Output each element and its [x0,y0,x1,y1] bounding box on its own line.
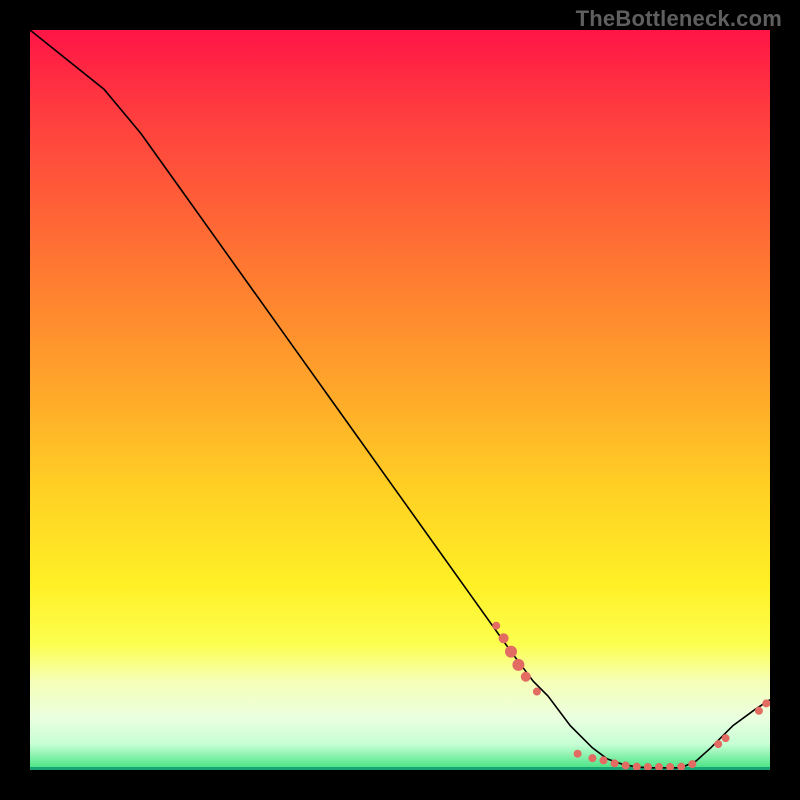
scatter-dot [499,633,509,643]
scatter-dot [574,750,582,758]
scatter-dot [633,763,641,770]
scatter-dot [600,756,608,764]
scatter-dot [677,763,685,770]
scatter-dot [622,762,630,770]
scatter-dot [644,763,652,770]
scatter-dot [611,759,619,767]
watermark-text: TheBottleneck.com [576,6,782,32]
scatter-dot [666,763,674,770]
chart-frame: TheBottleneck.com [0,0,800,800]
scatter-dot [521,672,531,682]
scatter-dot [755,707,763,715]
scatter-dot [714,740,722,748]
scatter-dot [505,646,517,658]
bottleneck-curve [30,30,770,768]
scatter-dot [533,688,541,696]
scatter-dot [722,734,730,742]
scatter-dot [492,622,500,630]
chart-svg [30,30,770,770]
plot-area [30,30,770,770]
scatter-dots [492,622,770,770]
scatter-dot [688,760,696,768]
scatter-dot [762,699,770,707]
scatter-dot [655,763,663,770]
scatter-dot [588,754,596,762]
scatter-dot [512,659,524,671]
